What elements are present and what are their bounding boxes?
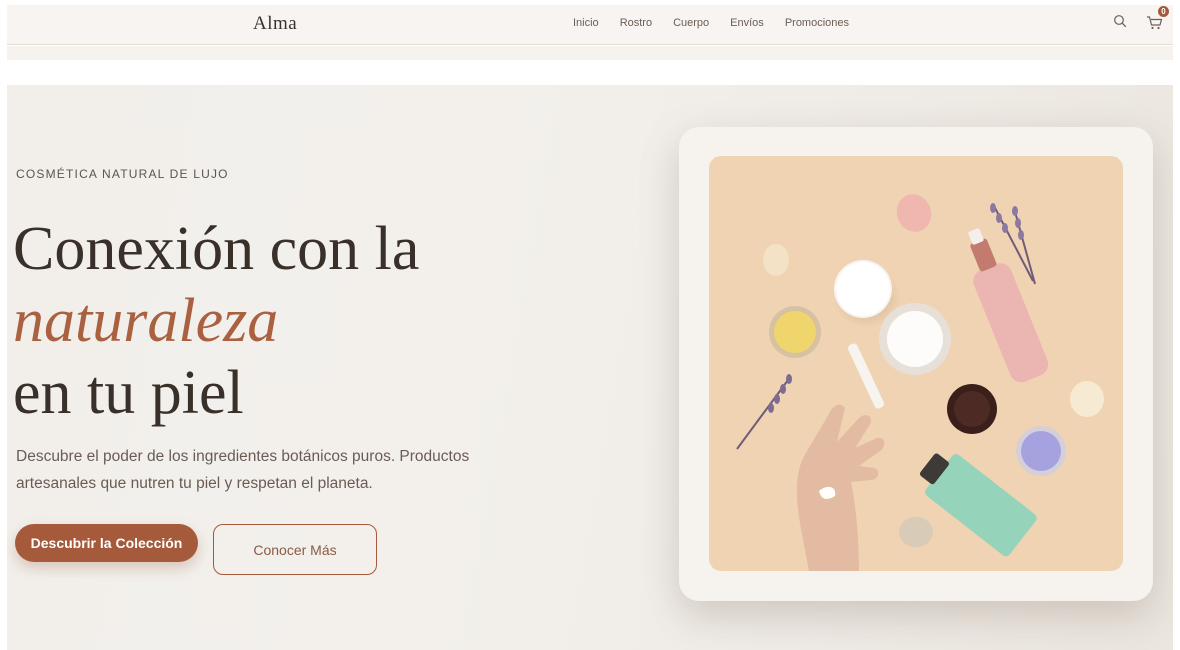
hero-image-card	[679, 127, 1153, 601]
headline-accent: naturaleza	[13, 287, 279, 355]
nav-item-cuerpo[interactable]: Cuerpo	[673, 17, 709, 29]
learn-more-button[interactable]: Conocer Más	[213, 524, 377, 575]
headline-line-3: en tu piel	[13, 359, 244, 427]
nav-item-envios[interactable]: Envíos	[730, 17, 764, 29]
main-nav: Inicio Rostro Cuerpo Envíos Promociones	[573, 17, 870, 29]
hero-headline: Conexión con la naturaleza en tu piel	[13, 213, 419, 429]
logo[interactable]: Alma	[253, 13, 297, 35]
product-flatlay-illustration	[736, 194, 1104, 571]
headline-line-1: Conexión con la	[13, 215, 420, 283]
hero-section: COSMÉTICA NATURAL DE LUJO Conexión con l…	[7, 85, 1173, 650]
search-icon[interactable]	[1113, 14, 1127, 28]
nav-item-inicio[interactable]: Inicio	[573, 17, 599, 29]
product-photo	[709, 156, 1123, 571]
header-spacer	[7, 46, 1173, 60]
hero-eyebrow: COSMÉTICA NATURAL DE LUJO	[16, 167, 229, 181]
nav-item-promociones[interactable]: Promociones	[785, 17, 849, 29]
nav-item-rostro[interactable]: Rostro	[620, 17, 652, 29]
cart-count-badge: 0	[1158, 6, 1169, 17]
discover-collection-button[interactable]: Descubrir la Colección	[15, 524, 198, 562]
site-header: Alma Inicio Rostro Cuerpo Envíos Promoci…	[7, 5, 1173, 45]
hero-description: Descubre el poder de los ingredientes bo…	[16, 448, 470, 492]
